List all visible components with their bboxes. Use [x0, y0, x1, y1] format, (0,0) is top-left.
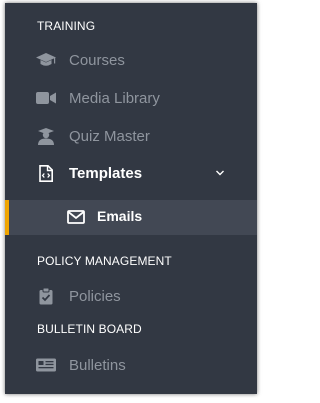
nav-item-policies[interactable]: Policies	[5, 278, 257, 314]
nav-item-label: Bulletins	[69, 356, 126, 374]
active-indicator	[5, 200, 9, 235]
student-icon	[36, 127, 56, 145]
sidebar-nav: TRAINING Courses Media Library Quiz Mast…	[5, 3, 257, 394]
chevron-down-icon[interactable]	[215, 168, 225, 178]
nav-item-media-library[interactable]: Media Library	[5, 80, 257, 116]
nav-subitem-emails[interactable]: Emails	[5, 200, 257, 235]
nav-item-label: Quiz Master	[69, 127, 150, 145]
section-heading-policy-management: POLICY MANAGEMENT	[37, 254, 172, 268]
clipboard-check-icon	[36, 287, 56, 304]
nav-item-bulletins[interactable]: Bulletins	[5, 347, 257, 383]
video-camera-icon	[36, 90, 56, 106]
nav-item-label: Policies	[69, 287, 121, 305]
file-code-icon	[36, 164, 56, 182]
envelope-icon	[67, 210, 85, 224]
nav-item-templates[interactable]: Templates	[5, 155, 257, 191]
newspaper-icon	[36, 357, 56, 373]
nav-subitem-label: Emails	[97, 208, 143, 224]
section-heading-training: TRAINING	[37, 19, 96, 33]
section-heading-bulletin-board: BULLETIN BOARD	[37, 322, 142, 336]
nav-item-label: Templates	[69, 164, 143, 182]
nav-item-label: Media Library	[69, 89, 160, 107]
nav-item-quiz-master[interactable]: Quiz Master	[5, 118, 257, 154]
nav-item-courses[interactable]: Courses	[5, 42, 257, 78]
nav-item-label: Courses	[69, 51, 125, 69]
graduation-cap-icon	[36, 52, 56, 68]
